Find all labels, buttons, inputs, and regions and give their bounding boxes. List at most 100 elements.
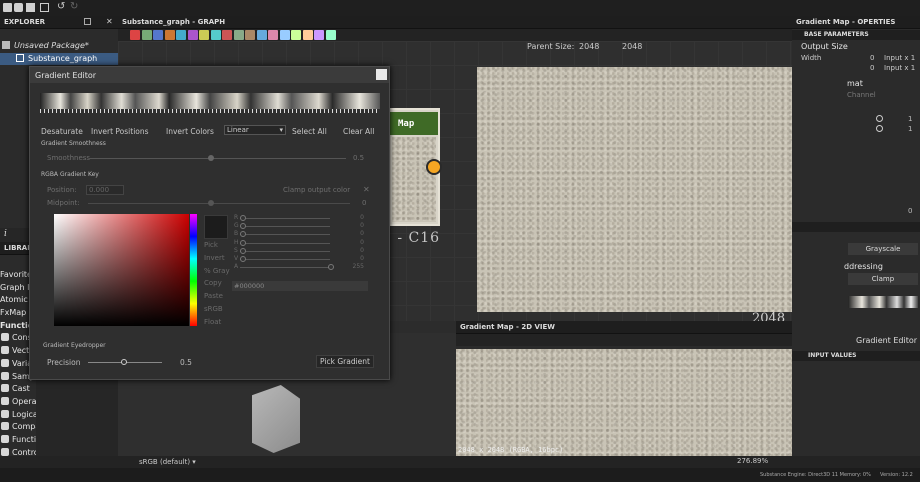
graph-toolbar-node-icon[interactable] bbox=[222, 30, 232, 40]
smoothness-value: 0.5 bbox=[353, 154, 365, 162]
graph-toolbar-node-icon[interactable] bbox=[245, 30, 255, 40]
clear-all-button[interactable]: Clear All bbox=[343, 127, 374, 136]
desaturate-button[interactable]: Desaturate bbox=[41, 127, 83, 136]
slider-1-value: 1 bbox=[908, 115, 913, 123]
invert-colors-button[interactable]: Invert Colors bbox=[166, 127, 214, 136]
section-input-values[interactable]: INPUT VALUES bbox=[792, 351, 920, 361]
channel-slider[interactable] bbox=[240, 215, 330, 221]
channel-slider-knob[interactable] bbox=[240, 239, 246, 246]
view2d-image[interactable] bbox=[456, 349, 792, 457]
channel-slider-knob[interactable] bbox=[240, 215, 246, 221]
graph-toolbar-node-icon[interactable] bbox=[279, 30, 290, 40]
channel-slider-knob[interactable] bbox=[240, 231, 246, 238]
channel-slider[interactable] bbox=[240, 264, 334, 271]
colorspace-dropdown[interactable]: sRGB (default) ▾ bbox=[139, 457, 227, 467]
section-base-params[interactable]: BASE PARAMETERS bbox=[792, 30, 920, 40]
explorer-pin-icon[interactable] bbox=[84, 18, 91, 25]
graph-toolbar-node-icon[interactable] bbox=[314, 30, 324, 40]
color-picker-field[interactable] bbox=[54, 214, 189, 326]
parent-size-value[interactable]: 2048 bbox=[579, 42, 599, 51]
new-icon[interactable] bbox=[14, 3, 23, 12]
picker-side-button[interactable]: Float bbox=[204, 318, 221, 326]
section-parameters[interactable] bbox=[792, 222, 920, 232]
clamp-output-x-icon[interactable]: ✕ bbox=[363, 185, 370, 194]
midpoint-slider[interactable] bbox=[88, 200, 350, 206]
library-item[interactable]: Cast bbox=[0, 383, 36, 396]
channel-dropdown[interactable]: Channel bbox=[847, 91, 876, 99]
precision-slider[interactable] bbox=[88, 359, 162, 365]
output-size-label: Output Size bbox=[801, 42, 848, 51]
channel-slider[interactable] bbox=[240, 247, 330, 254]
graph-toolbar-node-icon[interactable] bbox=[176, 30, 186, 40]
midpoint-knob[interactable] bbox=[208, 200, 214, 206]
channel-slider-knob[interactable] bbox=[328, 264, 334, 271]
library-item-icon bbox=[1, 358, 9, 367]
gradient-bar[interactable] bbox=[40, 93, 380, 109]
package-row[interactable]: Unsaved Package* bbox=[0, 40, 118, 52]
library-item[interactable]: Function bbox=[0, 434, 36, 447]
interpolation-dropdown[interactable]: Linear ▾ bbox=[224, 125, 286, 135]
slider-2-knob[interactable] bbox=[876, 125, 883, 132]
graph-toolbar-node-icon[interactable] bbox=[187, 30, 198, 40]
smoothness-knob[interactable] bbox=[208, 155, 214, 161]
picker-side-button[interactable]: sRGB bbox=[204, 305, 223, 313]
channel-slider[interactable] bbox=[240, 256, 330, 262]
picker-side-button[interactable]: % Gray bbox=[204, 267, 230, 275]
home-icon[interactable] bbox=[3, 3, 12, 12]
grayscale-button[interactable]: Grayscale bbox=[848, 243, 918, 255]
channel-slider-knob[interactable] bbox=[240, 247, 246, 254]
graph-toolbar-node-icon[interactable] bbox=[164, 30, 175, 40]
graph-toolbar-node-icon[interactable] bbox=[256, 30, 267, 40]
size-value[interactable]: 2048 bbox=[622, 42, 642, 51]
channel-slider[interactable] bbox=[240, 231, 330, 238]
picker-side-button[interactable]: Paste bbox=[204, 292, 223, 300]
graph-toolbar-node-icon[interactable] bbox=[233, 30, 244, 40]
graph-toolbar-node-icon[interactable] bbox=[325, 30, 336, 40]
hue-slider[interactable] bbox=[190, 214, 197, 326]
node-output-connector[interactable] bbox=[426, 159, 442, 175]
hex-input[interactable]: #000000 bbox=[232, 281, 368, 291]
slider-1-knob[interactable] bbox=[876, 115, 883, 122]
graph-toolbar-node-icon[interactable] bbox=[268, 30, 278, 40]
graph-row[interactable]: Substance_graph bbox=[0, 53, 118, 65]
channel-slider-knob[interactable] bbox=[240, 223, 246, 230]
graph-toolbar-node-icon[interactable] bbox=[199, 30, 209, 40]
picker-side-button[interactable]: Copy bbox=[204, 279, 222, 287]
clamp-button[interactable]: Clamp bbox=[848, 273, 918, 285]
zoom-display[interactable]: 276.89% bbox=[737, 457, 768, 465]
graph-toolbar-node-icon[interactable] bbox=[291, 30, 301, 40]
library-info-icon[interactable]: i bbox=[4, 229, 7, 239]
library-item[interactable]: Control bbox=[0, 447, 36, 456]
channel-slider[interactable] bbox=[240, 239, 330, 246]
graph-tab-label: Substance_graph - GRAPH bbox=[122, 18, 226, 26]
smoothness-slider[interactable] bbox=[90, 155, 346, 161]
graph-toolbar-node-icon[interactable] bbox=[130, 30, 140, 40]
graph-toolbar-node-icon[interactable] bbox=[210, 30, 221, 40]
explorer-close-icon[interactable]: ✕ bbox=[106, 17, 113, 26]
channel-slider-knob[interactable] bbox=[240, 256, 246, 262]
position-input[interactable]: 0.000 bbox=[86, 185, 124, 195]
precision-knob[interactable] bbox=[121, 359, 127, 365]
channel-slider[interactable] bbox=[240, 223, 330, 230]
gradient-editor-button[interactable]: Gradient Editor bbox=[856, 336, 917, 345]
library-item[interactable]: Comparison bbox=[0, 421, 36, 434]
redo-icon[interactable]: ↻ bbox=[70, 1, 78, 12]
graph-toolbar-node-icon[interactable] bbox=[153, 30, 163, 40]
pick-gradient-button[interactable]: Pick Gradient bbox=[316, 355, 374, 368]
select-all-button[interactable]: Select All bbox=[292, 127, 327, 136]
dialog-close-button[interactable] bbox=[376, 69, 387, 80]
height-mode[interactable]: Input x 1 bbox=[884, 64, 915, 72]
main-toolbar: ↺ ↻ bbox=[0, 0, 920, 16]
picker-side-button[interactable]: Invert bbox=[204, 254, 225, 262]
gradient-key-markers[interactable] bbox=[40, 109, 380, 113]
graph-toolbar-node-icon[interactable] bbox=[141, 30, 152, 40]
width-mode[interactable]: Input x 1 bbox=[884, 54, 915, 62]
undo-icon[interactable]: ↺ bbox=[57, 1, 65, 12]
library-item[interactable]: Operator bbox=[0, 396, 36, 409]
graph-toolbar-node-icon[interactable] bbox=[302, 30, 313, 40]
save-icon[interactable] bbox=[40, 3, 49, 12]
invert-positions-button[interactable]: Invert Positions bbox=[91, 127, 149, 136]
picker-side-button[interactable]: Pick bbox=[204, 241, 218, 249]
open-icon[interactable] bbox=[26, 3, 35, 12]
library-item[interactable]: Logical bbox=[0, 409, 36, 422]
